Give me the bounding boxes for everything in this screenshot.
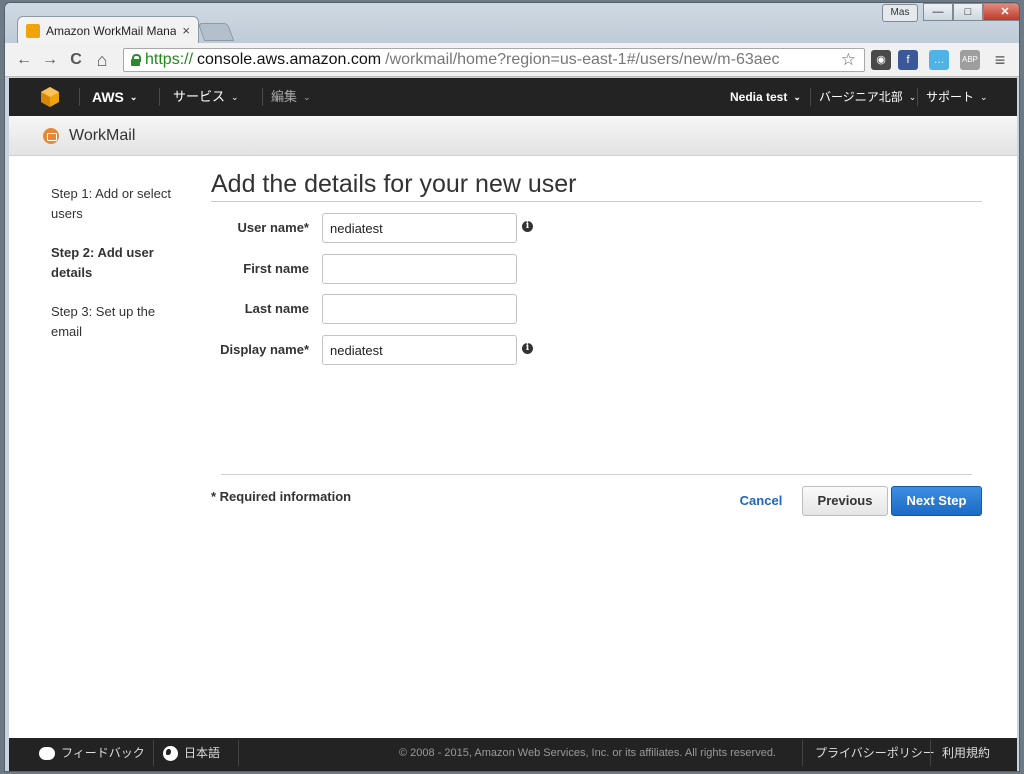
browser-menu-icon[interactable]: ≡	[989, 49, 1011, 71]
nav-divider	[159, 88, 160, 106]
bookmark-star-icon[interactable]: ☆	[841, 50, 856, 70]
display-name-label: Display name*	[220, 342, 309, 357]
nav-divider	[79, 88, 80, 106]
chevron-down-icon: ⌄	[303, 92, 311, 102]
home-icon[interactable]: ⌂	[91, 49, 113, 71]
page-content: AWS ⌄ サービス ⌄ 編集 ⌄ Nedia test ⌄ バージニア北部 ⌄	[9, 78, 1017, 771]
user-name-input[interactable]	[322, 213, 517, 243]
user-menu-label: Nedia test	[730, 90, 788, 104]
cancel-button[interactable]: Cancel	[731, 486, 791, 516]
tab-close-icon[interactable]: ×	[182, 23, 190, 38]
chevron-down-icon: ⌄	[231, 92, 239, 102]
aws-menu-label: AWS	[92, 89, 124, 105]
footer-divider	[153, 740, 154, 766]
url-scheme: https://	[145, 51, 194, 68]
page-title: Add the details for your new user	[211, 170, 982, 202]
feedback-label: フィードバック	[61, 746, 145, 760]
previous-button[interactable]: Previous	[802, 486, 888, 516]
nav-divider	[262, 88, 263, 106]
display-name-input[interactable]	[322, 335, 517, 365]
services-menu[interactable]: サービス ⌄	[173, 78, 239, 116]
browser-tab[interactable]: Amazon WorkMail Mana ×	[17, 16, 199, 44]
browser-window: Amazon WorkMail Mana × Mas — □ ✕ ← → C ⌂…	[4, 2, 1020, 772]
tab-title: Amazon WorkMail Mana	[46, 23, 177, 38]
feedback-link[interactable]: フィードバック	[39, 738, 145, 768]
info-icon[interactable]: i	[522, 221, 533, 232]
globe-extension-icon[interactable]: ◉	[871, 50, 891, 70]
support-menu[interactable]: サポート ⌄	[926, 78, 988, 116]
chat-bubble-icon	[39, 746, 55, 760]
user-name-label: User name*	[237, 220, 309, 235]
back-icon[interactable]: ←	[13, 49, 35, 71]
service-header: WorkMail	[9, 116, 1017, 156]
workmail-icon	[43, 128, 59, 144]
terms-link[interactable]: 利用規約	[942, 738, 990, 768]
step-2: Step 2: Add user details	[51, 245, 154, 280]
aws-favicon-icon	[26, 23, 40, 38]
edit-menu[interactable]: 編集 ⌄	[271, 78, 311, 116]
lock-icon	[130, 54, 141, 66]
support-menu-label: サポート	[926, 90, 975, 104]
copyright-text: © 2008 - 2015, Amazon Web Services, Inc.…	[399, 747, 776, 759]
user-name-row: User name* i	[211, 213, 982, 243]
last-name-row: Last name	[211, 294, 982, 324]
url-path: /workmail/home?region=us-east-1#/users/n…	[385, 51, 780, 68]
service-title[interactable]: WorkMail	[69, 127, 135, 145]
form-divider	[221, 474, 972, 475]
user-menu[interactable]: Nedia test ⌄	[730, 78, 801, 116]
first-name-input[interactable]	[322, 254, 517, 284]
aws-menu[interactable]: AWS ⌄	[92, 78, 137, 116]
globe-icon	[163, 745, 178, 761]
nav-divider	[917, 88, 918, 106]
chevron-down-icon: ⌄	[980, 92, 988, 102]
new-tab-button[interactable]	[197, 23, 235, 41]
reload-icon[interactable]: C	[65, 49, 87, 71]
chevron-down-icon: ⌄	[129, 92, 138, 102]
next-step-button[interactable]: Next Step	[891, 486, 982, 516]
chevron-down-icon: ⌄	[908, 92, 917, 102]
facebook-extension-icon[interactable]: f	[898, 50, 918, 70]
region-menu[interactable]: バージニア北部 ⌄	[819, 78, 916, 116]
address-bar[interactable]: https://console.aws.amazon.com/workmail/…	[123, 48, 865, 72]
step-1[interactable]: Step 1: Add or select users	[51, 184, 186, 224]
nav-divider	[810, 88, 811, 106]
edit-menu-label: 編集	[271, 89, 298, 104]
wizard-steps: Step 1: Add or select users Step 2: Add …	[51, 184, 186, 361]
profile-badge[interactable]: Mas	[882, 4, 918, 22]
maximize-button[interactable]: □	[953, 3, 983, 21]
title-bar: Amazon WorkMail Mana × Mas — □ ✕	[5, 3, 1019, 44]
chat-extension-icon[interactable]: …	[929, 50, 949, 70]
browser-toolbar: ← → C ⌂ https://console.aws.amazon.com/w…	[5, 43, 1019, 77]
forward-icon[interactable]: →	[39, 49, 61, 71]
aws-top-nav: AWS ⌄ サービス ⌄ 編集 ⌄ Nedia test ⌄ バージニア北部 ⌄	[9, 78, 1017, 116]
footer-divider	[802, 740, 803, 766]
last-name-input[interactable]	[322, 294, 517, 324]
minimize-button[interactable]: —	[923, 3, 953, 21]
aws-cube-logo-icon[interactable]	[39, 86, 61, 108]
window-controls: — □ ✕	[923, 3, 1019, 23]
url-host: console.aws.amazon.com	[197, 51, 382, 68]
last-name-label: Last name	[244, 301, 309, 316]
services-menu-label: サービス	[173, 89, 226, 104]
first-name-row: First name	[211, 254, 982, 284]
info-icon[interactable]: i	[522, 343, 533, 354]
region-menu-label: バージニア北部	[819, 90, 903, 104]
privacy-link[interactable]: プライバシーポリシー	[815, 738, 935, 768]
close-window-button[interactable]: ✕	[983, 3, 1019, 21]
first-name-label: First name	[243, 261, 309, 276]
page-footer: フィードバック 日本語 © 2008 - 2015, Amazon Web Se…	[9, 738, 1017, 771]
abp-extension-icon[interactable]: ABP	[960, 50, 980, 70]
display-name-row: Display name* i	[211, 335, 982, 365]
required-note: * Required information	[211, 489, 352, 504]
chevron-down-icon: ⌄	[793, 92, 801, 102]
footer-divider	[238, 740, 239, 766]
footer-divider	[930, 740, 931, 766]
language-selector[interactable]: 日本語	[163, 738, 220, 768]
user-details-form: Add the details for your new user User n…	[211, 170, 982, 516]
language-label: 日本語	[184, 746, 221, 760]
step-3: Step 3: Set up the email	[51, 304, 156, 339]
